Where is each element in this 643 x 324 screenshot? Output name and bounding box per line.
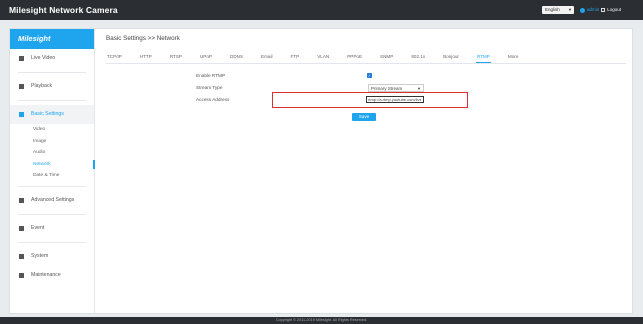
tab-http[interactable]: HTTP [139,53,153,62]
username-link[interactable]: admin [587,6,599,14]
sidebar-item-label: Event [31,224,45,231]
checkmark-icon: ✓ [367,73,372,78]
content-area: Basic Settings >> Network TCP/IP HTTP RT… [95,29,632,313]
tab-bonjour[interactable]: Bonjour [442,53,460,62]
breadcrumb: Basic Settings >> Network [106,35,180,42]
sidebar-item-label: Playback [31,83,53,89]
system-icon [19,253,24,259]
enable-rtmp-checkbox[interactable]: ✓ [367,73,372,78]
language-value: English [545,7,560,12]
stream-type-value: Primary Stream [371,86,403,91]
access-address-input[interactable] [366,96,424,103]
sidebar-subitem-network[interactable]: Network [10,159,95,171]
sidebar-item-label: Advanced Settings [31,196,75,203]
language-select[interactable]: English ▼ [542,6,574,14]
playback-icon [19,84,24,89]
sidebar-item-label: Maintenance [31,271,61,278]
chevron-down-icon: ▼ [568,7,572,12]
tab-email[interactable]: Email [260,53,274,62]
tab-rtsp[interactable]: RTSP [169,53,183,62]
settings-icon [19,112,24,117]
user-area: admin Logout [580,6,621,14]
tab-tcp-ip[interactable]: TCP/IP [106,53,123,62]
main-panel: Milesight Live Video Playback Basic Sett… [9,28,633,314]
divider [18,185,86,187]
event-icon [19,225,24,231]
tab-snmp[interactable]: SNMP [379,53,394,62]
tab-vlan[interactable]: VLAN [316,53,330,62]
tab-802-1x[interactable]: 802.1x [410,53,426,62]
footer-copyright: Copyright © 2011-2019 Milesight. All Rig… [0,317,643,324]
advanced-settings-icon [19,197,24,203]
save-button[interactable]: Save [352,113,376,121]
sidebar-subitem-image[interactable]: Image [10,136,94,148]
tab-more[interactable]: More [507,53,519,62]
tab-pppoe[interactable]: PPPoE [346,53,363,62]
sidebar-item-maintenance[interactable]: Maintenance [10,266,94,285]
maintenance-icon [19,272,24,278]
tab-ftp[interactable]: FTP [290,53,301,62]
tab-rtmp[interactable]: RTMP [475,53,491,63]
sidebar-item-label: Basic Settings [31,111,64,117]
logo: Milesight [10,29,94,49]
tab-ddns[interactable]: DDNS [229,53,244,62]
sidebar: Milesight Live Video Playback Basic Sett… [10,29,95,313]
divider [18,72,86,73]
sidebar-subitem-date-time[interactable]: Date & Time [10,170,94,182]
logout-icon[interactable] [601,8,606,12]
logout-link[interactable]: Logout [607,6,621,14]
divider [18,100,86,101]
sidebar-item-live-video[interactable]: Live Video [10,49,94,68]
divider [18,213,86,215]
enable-rtmp-label: Enable RTMP [196,73,226,78]
sidebar-item-basic-settings[interactable]: Basic Settings [10,105,94,124]
stream-type-label: Stream Type [196,85,223,90]
sidebar-item-advanced-settings[interactable]: Advanced Settings [10,191,94,210]
network-tabs: TCP/IP HTTP RTSP UPnP DDNS Email FTP VLA… [106,53,626,64]
sidebar-item-system[interactable]: System [10,247,94,266]
sidebar-item-playback[interactable]: Playback [10,77,94,96]
chevron-down-icon: ▼ [417,86,421,91]
video-icon [19,56,24,61]
tab-upnp[interactable]: UPnP [199,53,213,62]
stream-type-select[interactable]: Primary Stream ▼ [368,84,424,92]
user-icon [580,7,585,13]
access-address-label: Access Address [196,97,230,102]
divider [18,241,86,243]
sidebar-item-event[interactable]: Event [10,219,94,238]
sidebar-subitem-audio[interactable]: Audio [10,147,94,159]
app-title: Milesight Network Camera [9,5,118,15]
sidebar-subitem-video[interactable]: Video [10,124,94,136]
sidebar-item-label: System [31,252,49,259]
sidebar-item-label: Live Video [31,55,56,61]
top-bar: Milesight Network Camera English ▼ admin… [0,0,643,20]
